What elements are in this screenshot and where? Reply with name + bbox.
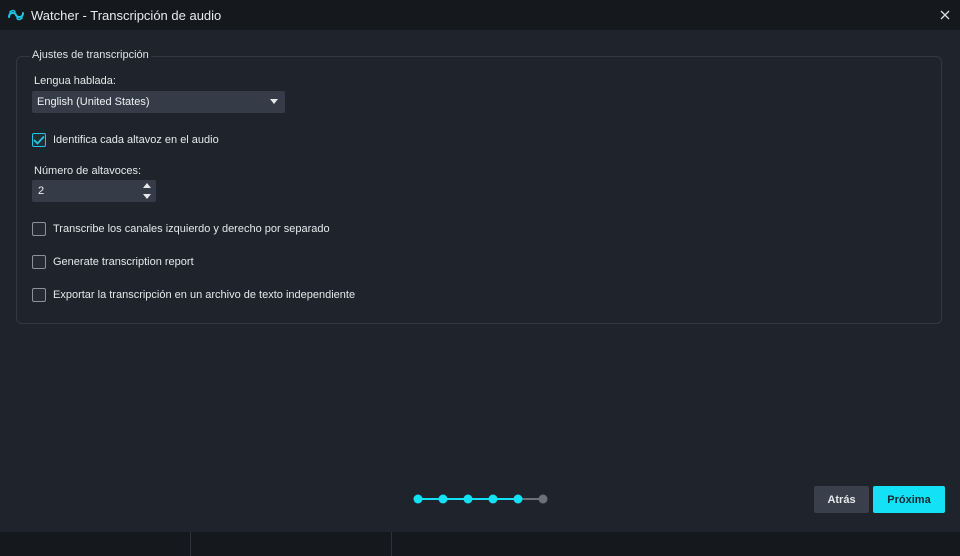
- export-text-option[interactable]: Exportar la transcripción en un archivo …: [32, 288, 355, 302]
- arrow-down-icon: [143, 194, 151, 199]
- back-button[interactable]: Atrás: [814, 486, 869, 513]
- identify-speakers-option[interactable]: Identifica cada altavoz en el audio: [32, 133, 219, 147]
- close-icon: [940, 10, 950, 20]
- transcription-report-option[interactable]: Generate transcription report: [32, 255, 194, 269]
- increment-button[interactable]: [140, 180, 154, 191]
- status-bar: [0, 532, 960, 556]
- language-label: Lengua hablada:: [34, 75, 116, 87]
- separate-channels-checkbox[interactable]: [32, 222, 46, 236]
- export-text-label: Exportar la transcripción en un archivo …: [53, 289, 356, 301]
- speaker-count-label: Número de altavoces:: [34, 165, 141, 177]
- close-button[interactable]: [930, 0, 960, 30]
- group-title: Ajustes de transcripción: [30, 49, 151, 61]
- chevron-down-icon: [270, 99, 278, 104]
- status-separator: [190, 532, 191, 556]
- separate-channels-option[interactable]: Transcribe los canales izquierdo y derec…: [32, 222, 330, 236]
- identify-speakers-checkbox[interactable]: [32, 133, 46, 147]
- transcription-report-label: Generate transcription report: [53, 256, 194, 268]
- language-select-value: English (United States): [37, 96, 150, 108]
- step-dot: [413, 494, 423, 504]
- step-dot: [513, 494, 523, 504]
- step-dot: [538, 494, 548, 504]
- speaker-count-stepper[interactable]: [32, 180, 156, 202]
- wizard-progress-stepper: [413, 494, 548, 504]
- checkmark-icon: [33, 135, 45, 145]
- window-title: Watcher - Transcripción de audio: [31, 7, 222, 23]
- decrement-button[interactable]: [140, 191, 154, 202]
- separate-channels-label: Transcribe los canales izquierdo y derec…: [53, 223, 330, 235]
- step-dot: [438, 494, 448, 504]
- language-select[interactable]: English (United States): [32, 91, 285, 113]
- watcher-logo-icon: [7, 8, 25, 22]
- step-dot: [463, 494, 473, 504]
- status-separator: [391, 532, 392, 556]
- title-bar: Watcher - Transcripción de audio: [0, 0, 960, 30]
- speaker-count-input[interactable]: [32, 180, 136, 202]
- arrow-up-icon: [143, 183, 151, 188]
- step-dot: [488, 494, 498, 504]
- identify-speakers-label: Identifica cada altavoz en el audio: [53, 134, 219, 146]
- export-text-checkbox[interactable]: [32, 288, 46, 302]
- transcription-report-checkbox[interactable]: [32, 255, 46, 269]
- next-button[interactable]: Próxima: [873, 486, 945, 513]
